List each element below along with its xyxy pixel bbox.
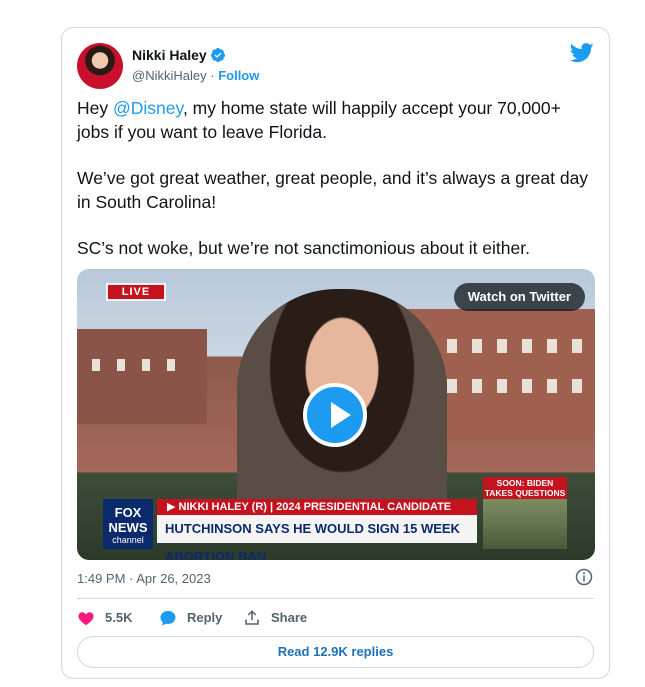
play-icon[interactable] — [303, 383, 367, 447]
share-label: Share — [271, 610, 308, 625]
text-segment: Hey — [77, 98, 113, 118]
info-icon[interactable] — [575, 568, 593, 586]
inset-video-thumbnail — [483, 499, 567, 549]
read-replies-button[interactable]: Read 12.9K replies — [77, 636, 594, 668]
chyron-top: ▶ NIKKI HALEY (R) | 2024 PRESIDENTIAL CA… — [157, 499, 477, 515]
network-logo: FOX NEWS channel — [103, 499, 153, 549]
heart-icon — [78, 612, 94, 626]
tweet-paragraph-2: We’ve got great weather, great people, a… — [77, 168, 589, 212]
watch-on-twitter-button[interactable]: Watch on Twitter — [453, 283, 585, 311]
like-count: 5.5K — [105, 610, 133, 625]
window — [92, 359, 100, 371]
avatar[interactable] — [77, 43, 123, 89]
window — [522, 339, 532, 353]
chyron-main: HUTCHINSON SAYS HE WOULD SIGN 15 WEEK AB… — [157, 515, 477, 560]
divider — [77, 598, 594, 599]
tweet-card: Nikki Haley @NikkiHaley · Follow Hey @Di… — [61, 27, 610, 679]
separator: · — [210, 68, 215, 83]
logo-text: channel — [112, 535, 144, 545]
tweet-text: Hey @Disney, my home state will happily … — [77, 96, 597, 282]
window — [497, 379, 507, 393]
window — [472, 379, 482, 393]
reply-bubble-icon — [160, 610, 176, 626]
video-player[interactable]: LIVE Watch on Twitter FOX NEWS channel ▶… — [77, 269, 595, 560]
window — [472, 339, 482, 353]
window — [167, 359, 175, 371]
window — [447, 379, 457, 393]
logo-text: NEWS — [108, 520, 148, 535]
window — [522, 379, 532, 393]
background-building — [77, 329, 207, 424]
logo-text: FOX — [114, 505, 142, 520]
window — [142, 359, 150, 371]
live-badge: LIVE — [106, 283, 166, 301]
handle-row: @NikkiHaley · Follow — [132, 68, 259, 83]
window — [572, 379, 582, 393]
window — [547, 379, 557, 393]
tweet-paragraph-1: Hey @Disney, my home state will happily … — [77, 96, 597, 144]
reply-button[interactable]: Reply — [159, 608, 239, 628]
author-name[interactable]: Nikki Haley — [132, 47, 207, 63]
like-button[interactable]: 5.5K — [77, 608, 147, 628]
window — [117, 359, 125, 371]
author-handle[interactable]: @NikkiHaley — [132, 68, 207, 83]
share-button[interactable]: Share — [243, 608, 323, 628]
tweet-paragraph-3: SC’s not woke, but we’re not sanctimonio… — [77, 238, 530, 258]
reply-label: Reply — [187, 610, 223, 625]
timestamp[interactable]: 1:49 PM · Apr 26, 2023 — [77, 571, 211, 586]
follow-link[interactable]: Follow — [218, 68, 259, 83]
share-icon — [245, 610, 259, 625]
window — [447, 339, 457, 353]
window — [497, 339, 507, 353]
soon-badge: SOON: BIDEN TAKES QUESTIONS — [483, 477, 567, 499]
window — [547, 339, 557, 353]
verified-badge-icon — [210, 48, 225, 62]
twitter-bird-icon[interactable] — [570, 43, 594, 63]
mention-link[interactable]: @Disney — [113, 98, 183, 118]
author-name-link[interactable]: Nikki Haley — [132, 47, 226, 63]
window — [572, 339, 582, 353]
